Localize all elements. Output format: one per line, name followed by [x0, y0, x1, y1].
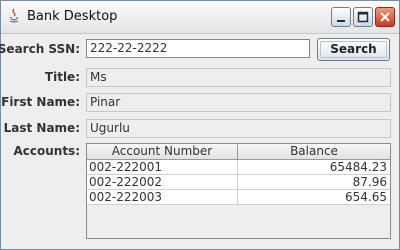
title-label: Title:: [44, 70, 80, 84]
table-row[interactable]: 002-222001 65484.23: [87, 160, 390, 175]
maximize-button[interactable]: [353, 7, 373, 27]
column-header-balance[interactable]: Balance: [238, 144, 390, 159]
first-name-field: Pinar: [86, 93, 391, 112]
balance-cell: 65484.23: [329, 160, 387, 174]
last-name-field: Ugurlu: [86, 119, 391, 138]
account-number-cell: 002-222003: [87, 190, 238, 204]
accounts-table[interactable]: Account Number Balance 002-222001 65484.…: [86, 143, 391, 239]
search-ssn-input[interactable]: 222-22-2222: [86, 39, 310, 58]
title-field: Ms: [86, 68, 391, 87]
table-header: Account Number Balance: [87, 144, 390, 160]
balance-cell: 654.65: [345, 190, 387, 204]
close-button[interactable]: [375, 7, 395, 27]
search-button[interactable]: Search: [317, 38, 390, 61]
account-number-cell: 002-222001: [87, 160, 238, 174]
first-name-label: First Name:: [1, 95, 80, 109]
table-row[interactable]: 002-222002 87.96: [87, 175, 390, 190]
search-ssn-label: Search SSN:: [0, 42, 80, 56]
accounts-label: Accounts:: [13, 144, 80, 158]
maximize-icon: [357, 11, 369, 23]
column-header-account-number[interactable]: Account Number: [87, 144, 238, 159]
search-button-focus-ring: [320, 41, 387, 58]
java-app-icon: [7, 8, 21, 24]
balance-cell: 87.96: [352, 175, 387, 189]
account-number-cell: 002-222002: [87, 175, 238, 189]
close-icon: [380, 12, 390, 22]
window-title: Bank Desktop: [27, 9, 118, 24]
minimize-button[interactable]: [331, 7, 351, 27]
table-row[interactable]: 002-222003 654.65: [87, 190, 390, 205]
bank-desktop-window: Bank Desktop Search SSN: 222-22-2222 Sea…: [0, 0, 400, 250]
minimize-icon: [337, 20, 345, 22]
title-bar[interactable]: Bank Desktop: [1, 1, 399, 34]
last-name-label: Last Name:: [3, 121, 80, 135]
